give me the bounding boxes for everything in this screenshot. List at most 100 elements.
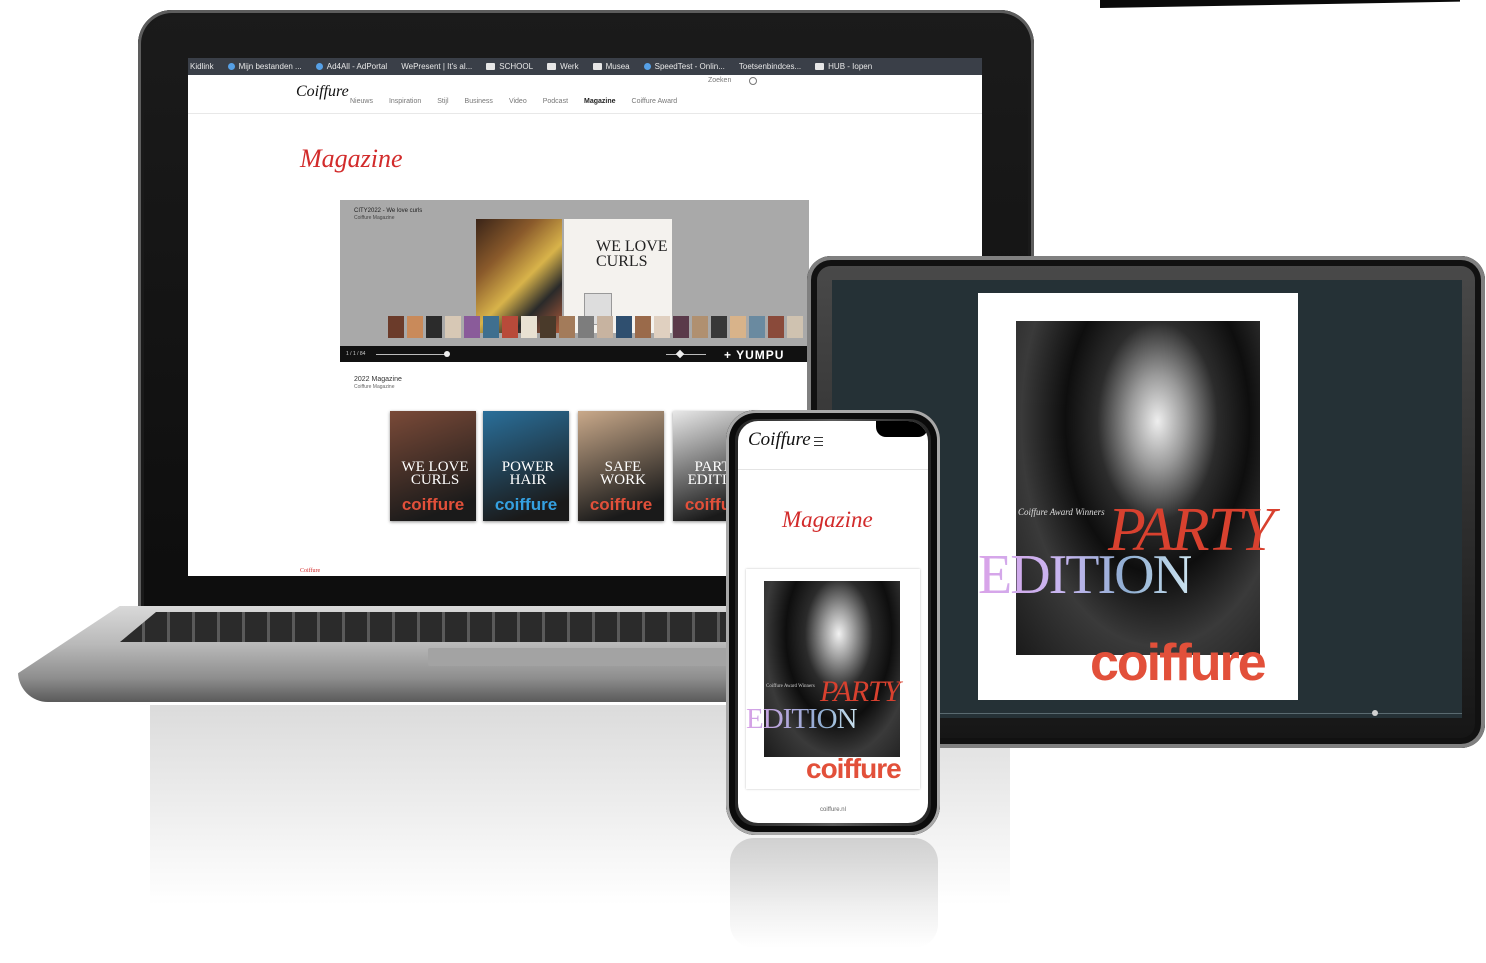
bookmark-label: SpeedTest - Onlin...	[654, 62, 725, 71]
viewer-toolbar: 1 / 1 / 84 + YUMPU	[340, 346, 809, 362]
cover-subline: Coiffure Award Winners	[1018, 507, 1105, 517]
bookmark-label: Mijn bestanden ...	[238, 62, 302, 71]
bookmarks-bar: Kidlink Mijn bestanden ... Ad4All - AdPort…	[188, 58, 982, 75]
thumbnail-strip[interactable]	[388, 316, 809, 338]
nav-item-video[interactable]: Video	[509, 98, 527, 105]
nav-item-magazine[interactable]: Magazine	[584, 98, 616, 105]
bookmark-item[interactable]: Musea	[592, 62, 630, 71]
phone-header-divider	[738, 469, 928, 470]
magazine-cover[interactable]: SAFE WORK coiffure	[578, 411, 664, 521]
bookmark-label: Werk	[560, 62, 579, 71]
nav-item-business[interactable]: Business	[465, 98, 493, 105]
page-thumbnail[interactable]	[635, 316, 651, 338]
spread-title: WE LOVE CURLS	[596, 238, 668, 270]
tablet-magazine-page[interactable]: Coiffure Award Winners PARTY EDITION coi…	[978, 293, 1298, 700]
flipbook-viewer[interactable]: CITY2022 - We love curls Coiffure Magazi…	[340, 200, 809, 362]
archive-label: 2022 Magazine	[354, 376, 402, 383]
page-thumbnail[interactable]	[730, 316, 746, 338]
nav-item-podcast[interactable]: Podcast	[543, 98, 568, 105]
bookmark-item[interactable]: Werk	[547, 62, 579, 71]
bookmark-label: Kidlink	[190, 62, 214, 71]
bookmark-item[interactable]: WePresent | It's al...	[401, 62, 472, 71]
page-thumbnail[interactable]	[673, 316, 689, 338]
folder-icon	[547, 63, 557, 70]
bookmark-label: SCHOOL	[499, 62, 534, 71]
phone-cover-title-edition: EDITION	[746, 703, 858, 735]
viewer-caption-sub: Coiffure Magazine	[354, 215, 395, 221]
cloud-icon	[227, 63, 235, 70]
bookmark-label: WePresent | It's al...	[401, 62, 473, 71]
bookmark-item[interactable]: Kidlink	[190, 62, 214, 71]
phone-url: coiffure.nl	[820, 807, 846, 813]
bookmark-label: HUB - Iopen	[828, 62, 873, 71]
main-nav: Nieuws Inspiration Stijl Business Video Podca…	[350, 98, 677, 105]
folder-icon	[815, 63, 825, 70]
phone-magazine-card[interactable]: Coiffure Award Winners PARTY EDITION coi…	[746, 569, 920, 789]
page-thumbnail[interactable]	[483, 316, 499, 338]
page-indicator: 1 / 1 / 84	[346, 351, 366, 357]
bookmark-item[interactable]: Mijn bestanden ...	[227, 62, 302, 71]
page-thumbnail[interactable]	[521, 316, 537, 338]
site-logo[interactable]: Coiffure	[296, 83, 349, 101]
zoom-slider[interactable]	[666, 354, 706, 355]
page-thumbnail[interactable]	[692, 316, 708, 338]
page-thumbnail[interactable]	[597, 316, 613, 338]
phone-page-title: Magazine	[782, 507, 873, 532]
cover-title: SAFE WORK	[600, 459, 646, 488]
zoom-slider-handle[interactable]	[675, 349, 685, 359]
page-title: Magazine	[300, 144, 403, 173]
phone-cover-subline: Coiffure Award Winners	[766, 684, 815, 689]
phone-reflection	[730, 838, 938, 948]
page-thumbnail[interactable]	[559, 316, 575, 338]
page-thumbnail[interactable]	[654, 316, 670, 338]
phone-cover-logo: coiffure	[806, 753, 902, 784]
magazine-cover[interactable]: POWER HAIR coiffure	[483, 411, 569, 521]
nav-item-nieuws[interactable]: Nieuws	[350, 98, 373, 105]
phone-notch	[876, 421, 928, 437]
bookmark-item[interactable]: SpeedTest - Onlin...	[643, 62, 725, 71]
folder-icon	[486, 63, 496, 70]
laptop-trackpad	[428, 648, 748, 666]
decorative-wedge	[1100, 0, 1460, 8]
nav-item-stijl[interactable]: Stijl	[437, 98, 448, 105]
phone-site-logo[interactable]: Coiffure	[748, 429, 811, 451]
cover-title: WE LOVE CURLS	[401, 459, 469, 488]
page-thumbnail[interactable]	[388, 316, 404, 338]
cover-title: POWER HAIR	[501, 459, 555, 488]
bookmark-label: Musea	[605, 62, 630, 71]
search-icon[interactable]	[749, 77, 758, 85]
nav-item-coiffure-award[interactable]: Coiffure Award	[632, 98, 678, 105]
page-thumbnail[interactable]	[768, 316, 784, 338]
magazine-cover[interactable]: WE LOVE CURLS coiffure	[390, 411, 476, 521]
hamburger-menu-icon[interactable]	[814, 437, 823, 446]
page-thumbnail[interactable]	[540, 316, 556, 338]
page-slider[interactable]	[376, 354, 446, 355]
page-thumbnail[interactable]	[578, 316, 594, 338]
cover-logo: coiffure	[494, 495, 558, 514]
page-thumbnail[interactable]	[445, 316, 461, 338]
page-thumbnail[interactable]	[749, 316, 765, 338]
page-thumbnail[interactable]	[787, 316, 803, 338]
footer-text: Coiffure	[300, 568, 321, 574]
cover-title-edition: EDITION	[978, 544, 1193, 606]
yumpu-logo[interactable]: + YUMPU	[724, 348, 784, 362]
bookmark-item[interactable]: HUB - Iopen	[815, 62, 872, 71]
top-utility: Zoeken	[708, 77, 758, 85]
page-thumbnail[interactable]	[502, 316, 518, 338]
archive-sub: Coiffure Magazine	[354, 384, 395, 390]
bookmark-item[interactable]: Ad4All - AdPortal	[315, 62, 387, 71]
page-thumbnail[interactable]	[711, 316, 727, 338]
search-label[interactable]: Zoeken	[708, 77, 731, 85]
cover-logo: coiffure	[589, 495, 653, 514]
page-thumbnail[interactable]	[426, 316, 442, 338]
bookmark-item[interactable]: SCHOOL	[486, 62, 533, 71]
page-thumbnail[interactable]	[616, 316, 632, 338]
bookmark-item[interactable]: Toetsenbindces...	[739, 62, 801, 71]
page-slider-handle[interactable]	[444, 351, 450, 357]
diamond-icon	[315, 63, 323, 70]
page-thumbnail[interactable]	[407, 316, 423, 338]
site-header: Coiffure Zoeken Nieuws Inspiration Stijl Bu…	[188, 75, 982, 114]
tablet-progress-handle[interactable]	[1372, 710, 1378, 716]
page-thumbnail[interactable]	[464, 316, 480, 338]
nav-item-inspiration[interactable]: Inspiration	[389, 98, 421, 105]
